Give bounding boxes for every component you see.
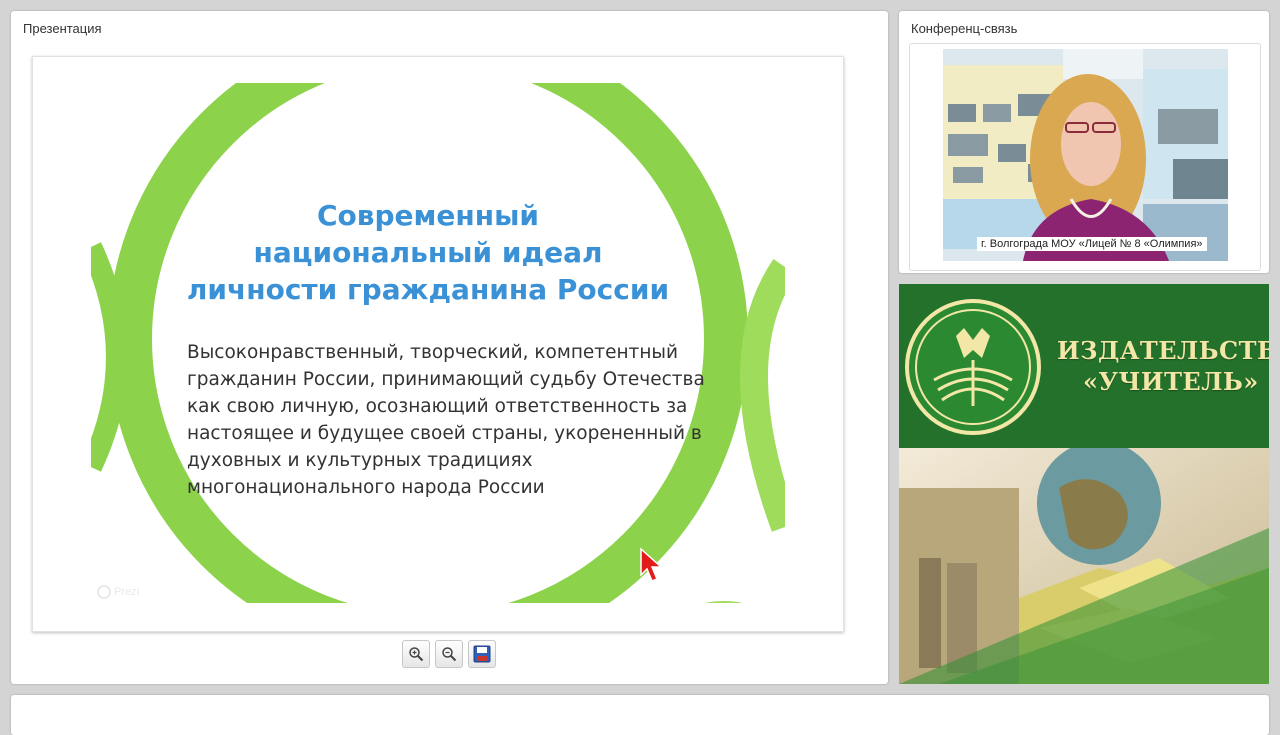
- slide-body-line: как свою личную, осознающий ответственно…: [187, 396, 688, 417]
- publisher-name-line1: ИЗДАТЕЛЬСТВО: [1057, 336, 1269, 365]
- prezi-logo-icon: [97, 585, 111, 599]
- publisher-name-line2: «УЧИТЕЛЬ»: [1083, 367, 1259, 396]
- prezi-watermark: Prezi: [97, 585, 139, 599]
- presentation-panel-title: Презентация: [23, 21, 102, 36]
- video-caption: г. Волгограда МОУ «Лицей № 8 «Олимпия»: [977, 237, 1207, 251]
- slide-title-line: национальный идеал: [253, 236, 603, 269]
- slide-body-line: многонационального народа России: [187, 477, 545, 498]
- prezi-watermark-text: Prezi: [114, 586, 140, 598]
- slide-title-line: личности гражданина России: [186, 273, 670, 306]
- publisher-banner[interactable]: ИЗДАТЕЛЬСТВО «УЧИТЕЛЬ»: [899, 284, 1269, 684]
- zoom-in-icon: [409, 647, 424, 662]
- zoom-in-button[interactable]: [402, 640, 430, 668]
- video-image: [943, 49, 1228, 261]
- zoom-out-icon: [442, 647, 457, 662]
- publisher-logo-icon: [905, 299, 1041, 435]
- slide-body-line: Высоконравственный, творческий, компетен…: [187, 342, 679, 363]
- save-icon: [473, 645, 491, 663]
- slide-title: Современный национальный идеал личности …: [173, 197, 683, 308]
- save-button[interactable]: [468, 640, 496, 668]
- conference-panel-title: Конференц-связь: [911, 21, 1018, 36]
- slide-body-line: настоящее и будущее своей страны, укорен…: [187, 423, 702, 444]
- slide-title-line: Современный: [316, 199, 540, 232]
- slide-body-line: гражданин России, принимающий судьбу Оте…: [187, 369, 705, 390]
- bottom-panel: [11, 695, 1269, 735]
- video-feed[interactable]: г. Волгограда МОУ «Лицей № 8 «Олимпия»: [943, 49, 1228, 261]
- slide-body-line: духовных и культурных традициях: [187, 450, 533, 471]
- presentation-slide[interactable]: Современный национальный идеал личности …: [32, 56, 844, 632]
- slide-body-text: Высоконравственный, творческий, компетен…: [187, 339, 705, 501]
- presentation-panel: Презентация Современный национальный иде…: [11, 11, 888, 684]
- books-and-globe-image: [899, 448, 1269, 684]
- zoom-out-button[interactable]: [435, 640, 463, 668]
- mouse-cursor-icon: [640, 547, 663, 582]
